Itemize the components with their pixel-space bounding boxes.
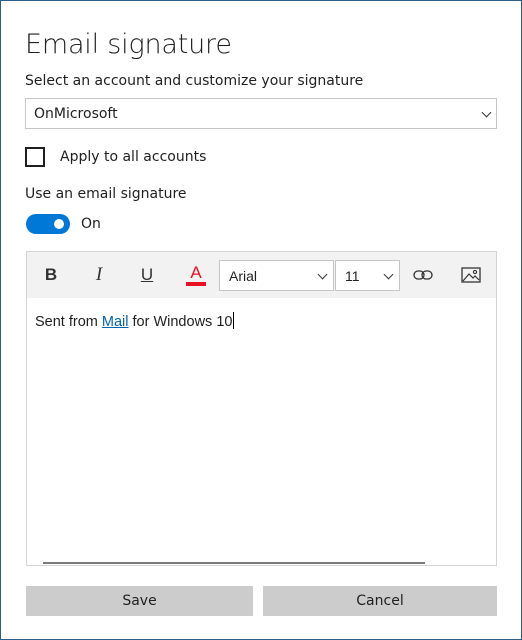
signature-editor[interactable]: B I U A Arial 11 Sent from Mail for Wind… [26, 251, 497, 566]
signature-text-after: for Windows 10 [128, 314, 233, 330]
account-select-label: Select an account and customize your sig… [25, 73, 364, 89]
text-caret [233, 312, 235, 329]
insert-image-button[interactable] [456, 260, 486, 290]
font-size-value: 11 [345, 268, 360, 284]
email-signature-dialog: Email signature Select an account and cu… [0, 0, 522, 640]
toggle-knob [54, 219, 64, 229]
underline-button[interactable]: U [132, 260, 162, 290]
signature-link[interactable]: Mail [102, 314, 129, 330]
font-color-swatch [186, 281, 206, 286]
save-button[interactable]: Save [26, 586, 253, 616]
image-icon [461, 267, 481, 283]
chevron-down-icon [481, 107, 492, 118]
apply-all-label[interactable]: Apply to all accounts [60, 149, 206, 165]
apply-all-checkbox[interactable] [25, 147, 45, 167]
signature-text-before: Sent from [35, 314, 102, 330]
link-icon [413, 270, 433, 280]
insert-link-button[interactable] [408, 260, 438, 290]
signature-text[interactable]: Sent from Mail for Windows 10 [35, 312, 235, 330]
account-select-value: OnMicrosoft [34, 106, 118, 122]
font-size-select[interactable]: 11 [335, 260, 400, 291]
italic-button[interactable]: I [84, 260, 114, 290]
use-signature-toggle[interactable] [26, 214, 70, 234]
toggle-state-label: On [81, 216, 101, 232]
chevron-down-icon [317, 269, 328, 280]
bold-button[interactable]: B [36, 260, 66, 290]
account-select[interactable]: OnMicrosoft [25, 98, 497, 129]
cancel-button[interactable]: Cancel [263, 586, 497, 616]
font-family-value: Arial [229, 268, 258, 284]
page-title: Email signature [25, 29, 232, 60]
use-signature-label: Use an email signature [25, 186, 187, 202]
chevron-down-icon [383, 269, 394, 280]
font-color-button[interactable]: A [181, 260, 211, 290]
horizontal-scrollbar[interactable] [43, 562, 425, 564]
font-color-icon: A [190, 262, 202, 282]
font-family-select[interactable]: Arial [219, 260, 334, 291]
format-toolbar: B I U A Arial 11 [27, 252, 496, 298]
